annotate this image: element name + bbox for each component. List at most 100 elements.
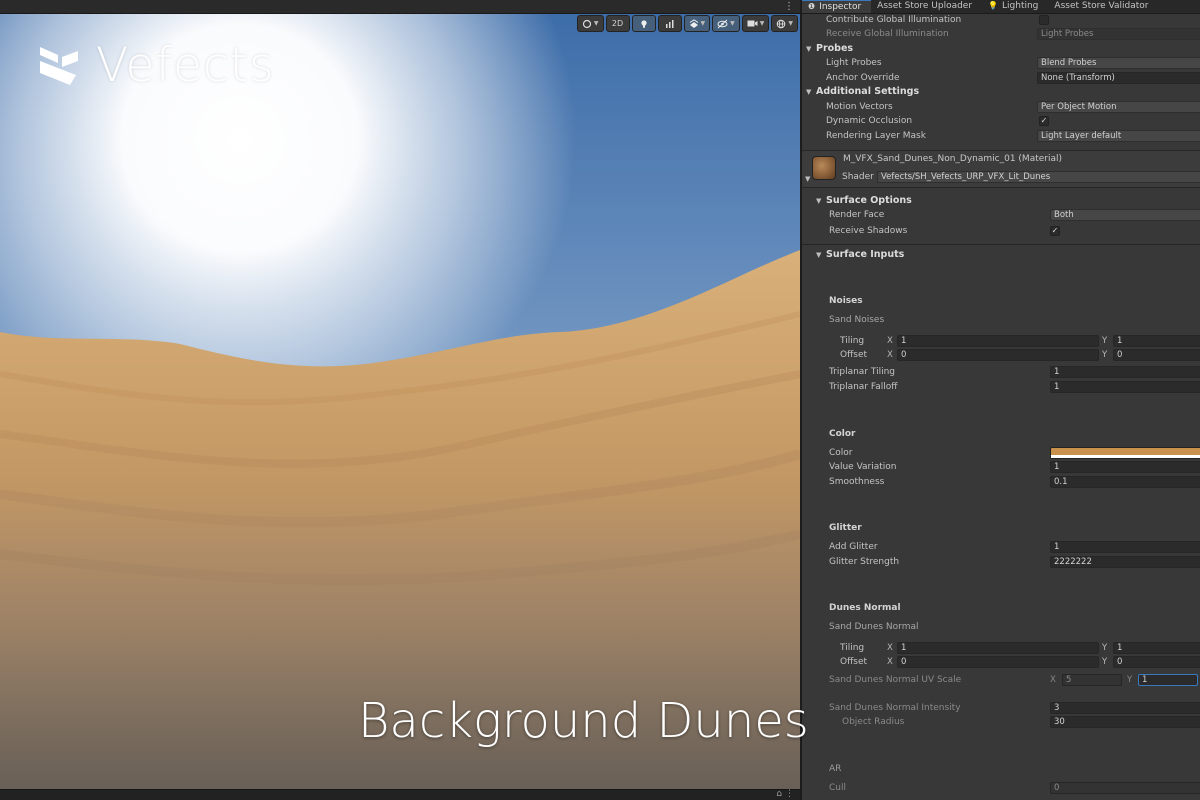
inspector-panel: ❶ Inspector Asset Store Uploader 💡 Light… [801, 0, 1200, 800]
dunes-tiling-row: Tiling X 1 Y 1 [802, 641, 1200, 655]
motion-vectors-dropdown[interactable]: Per Object Motion [1037, 101, 1200, 113]
noises-tiling-x-field[interactable]: 1 [897, 335, 1099, 347]
receive-gi-dropdown[interactable]: Light Probes [1037, 28, 1200, 40]
effects-icon [689, 18, 698, 28]
normal-intensity-row: Sand Dunes Normal Intensity 3 [802, 701, 1200, 715]
tab-inspector[interactable]: ❶ Inspector [802, 0, 872, 13]
tab-lighting[interactable]: 💡 Lighting [982, 0, 1048, 13]
uv-scale-row: Sand Dunes Normal UV Scale X 5 Y 1 [802, 673, 1200, 687]
dunes-offset-y-field[interactable]: 0 [1113, 656, 1200, 668]
glitter-strength-field[interactable]: 2222222 [1050, 556, 1200, 568]
gizmos-button[interactable]: ▼ [771, 15, 798, 32]
chevron-down-icon: ▼ [816, 197, 822, 205]
light-probes-dropdown[interactable]: Blend Probes [1037, 57, 1200, 69]
dunes-tiling-x-field[interactable]: 1 [897, 642, 1099, 654]
probes-header[interactable]: ▼ Probes [802, 42, 1200, 56]
noises-offset-x-field[interactable]: 0 [897, 349, 1099, 361]
scene-toolbar: ▼ 2D ▼ ▼ ▼ ▼ [576, 15, 798, 32]
triplanar-tiling-row: Triplanar Tiling 1 [802, 365, 1200, 379]
anchor-override-row: Anchor Override None (Transform) [802, 71, 1200, 85]
dunes-offset-x-field[interactable]: 0 [897, 656, 1099, 668]
add-glitter-field[interactable]: 1 [1050, 541, 1200, 553]
noises-offset-y-field[interactable]: 0 [1113, 349, 1200, 361]
chevron-down-icon: ▼ [593, 20, 599, 27]
add-glitter-row: Add Glitter 1 [802, 540, 1200, 554]
chevron-down-icon: ▼ [730, 20, 735, 27]
dunes-offset-row: Offset X 0 Y 0 [802, 655, 1200, 669]
2d-toggle-button[interactable]: 2D [605, 15, 630, 32]
camera-icon [747, 20, 758, 27]
light-probes-row: Light Probes Blend Probes [802, 56, 1200, 70]
rendering-layer-dropdown[interactable]: Light Layer default [1037, 130, 1200, 142]
audio-toggle-button[interactable] [657, 15, 682, 32]
normal-intensity-field[interactable]: 3 [1050, 702, 1200, 714]
alpha-bar [1051, 455, 1200, 458]
scene-status-bar: ⌂ ⋮ [0, 789, 800, 800]
more-options-icon[interactable]: ⋮ [785, 789, 794, 799]
light-icon [640, 19, 647, 28]
material-thumbnail[interactable] [812, 156, 836, 180]
scene-view[interactable]: ⋮ ▼ 2D ▼ ▼ ▼ ▼ Vefects ⌂ ⋮ [0, 0, 800, 800]
noises-tiling-y-field[interactable]: 1 [1113, 335, 1200, 347]
color-row: Color [802, 446, 1200, 460]
chevron-down-icon[interactable]: ▼ [805, 175, 810, 183]
lightbulb-icon: 💡 [988, 1, 999, 10]
gizmos-icon [777, 19, 786, 28]
anchor-override-field[interactable]: None (Transform) [1037, 72, 1200, 84]
triplanar-falloff-field[interactable]: 1 [1050, 381, 1200, 393]
noises-tiling-row: Tiling X 1 Y 1 [802, 334, 1200, 348]
hidden-objects-button[interactable]: ▼ [712, 15, 740, 32]
motion-vectors-row: Motion Vectors Per Object Motion [802, 100, 1200, 114]
sand-dunes-normal-label: Sand Dunes Normal [829, 622, 919, 632]
receive-shadows-checkbox[interactable]: ✓ [1050, 226, 1060, 236]
surface-inputs-header[interactable]: ▼ Surface Inputs [802, 248, 1200, 262]
contribute-gi-checkbox[interactable] [1039, 15, 1049, 25]
glitter-title: Glitter [829, 523, 862, 533]
value-variation-row: Value Variation 1 [802, 460, 1200, 474]
object-radius-field[interactable]: 30 [1050, 716, 1200, 728]
additional-settings-header[interactable]: ▼ Additional Settings [802, 85, 1200, 99]
uv-scale-y-field[interactable]: 1 [1138, 674, 1198, 686]
shader-dropdown[interactable]: Vefects/SH_Vefects_URP_VFX_Lit_Dunes [877, 171, 1200, 183]
smoothness-field[interactable]: 0.1 [1050, 476, 1200, 488]
logo-text: Vefects [96, 38, 275, 93]
rendering-layer-row: Rendering Layer Mask Light Layer default [802, 129, 1200, 143]
chevron-down-icon: ▼ [806, 88, 812, 96]
cull-field[interactable]: 0 [1050, 782, 1200, 794]
scene-render [0, 14, 800, 789]
lighting-toggle-button[interactable] [631, 15, 656, 32]
dynamic-occlusion-row: Dynamic Occlusion ✓ [826, 116, 1049, 126]
triplanar-tiling-field[interactable]: 1 [1050, 366, 1200, 378]
chevron-down-icon: ▼ [700, 20, 706, 27]
inspector-tab-bar: ❶ Inspector Asset Store Uploader 💡 Light… [802, 0, 1200, 14]
dynamic-occlusion-checkbox[interactable]: ✓ [1039, 116, 1049, 126]
render-mode-button[interactable]: ▼ [576, 15, 604, 32]
smoothness-row: Smoothness 0.1 [802, 475, 1200, 489]
color-swatch-field[interactable] [1050, 447, 1200, 459]
tab-asset-store-validator[interactable]: Asset Store Validator [1048, 0, 1158, 13]
contribute-gi-row: Contribute Global Illumination [802, 13, 1200, 27]
effects-button[interactable]: ▼ [683, 15, 711, 32]
lock-icon[interactable]: ⌂ [776, 789, 782, 799]
visibility-icon [717, 19, 728, 28]
object-radius-row: Object Radius 30 [802, 715, 1200, 729]
divider [802, 244, 1200, 245]
value-variation-field[interactable]: 1 [1050, 461, 1200, 473]
chevron-down-icon: ▼ [759, 20, 765, 27]
glitter-strength-row: Glitter Strength 2222222 [802, 555, 1200, 569]
audio-icon [665, 19, 673, 28]
noises-offset-row: Offset X 0 Y 0 [802, 348, 1200, 362]
dunes-tiling-y-field[interactable]: 1 [1113, 642, 1200, 654]
render-mode-icon [582, 19, 591, 28]
vefects-logo-icon [40, 46, 78, 85]
camera-button[interactable]: ▼ [741, 15, 770, 32]
render-face-dropdown[interactable]: Both [1050, 209, 1200, 221]
more-options-icon[interactable]: ⋮ [784, 0, 794, 14]
tab-asset-store-uploader[interactable]: Asset Store Uploader [871, 0, 982, 13]
scene-tab-bar: ⋮ [0, 0, 800, 14]
info-icon: ❶ [808, 2, 816, 11]
chevron-down-icon: ▼ [816, 251, 822, 259]
surface-options-header[interactable]: ▼ Surface Options [802, 194, 1200, 208]
sand-noises-label: Sand Noises [829, 315, 885, 325]
uv-scale-x-field[interactable]: 5 [1062, 674, 1122, 686]
